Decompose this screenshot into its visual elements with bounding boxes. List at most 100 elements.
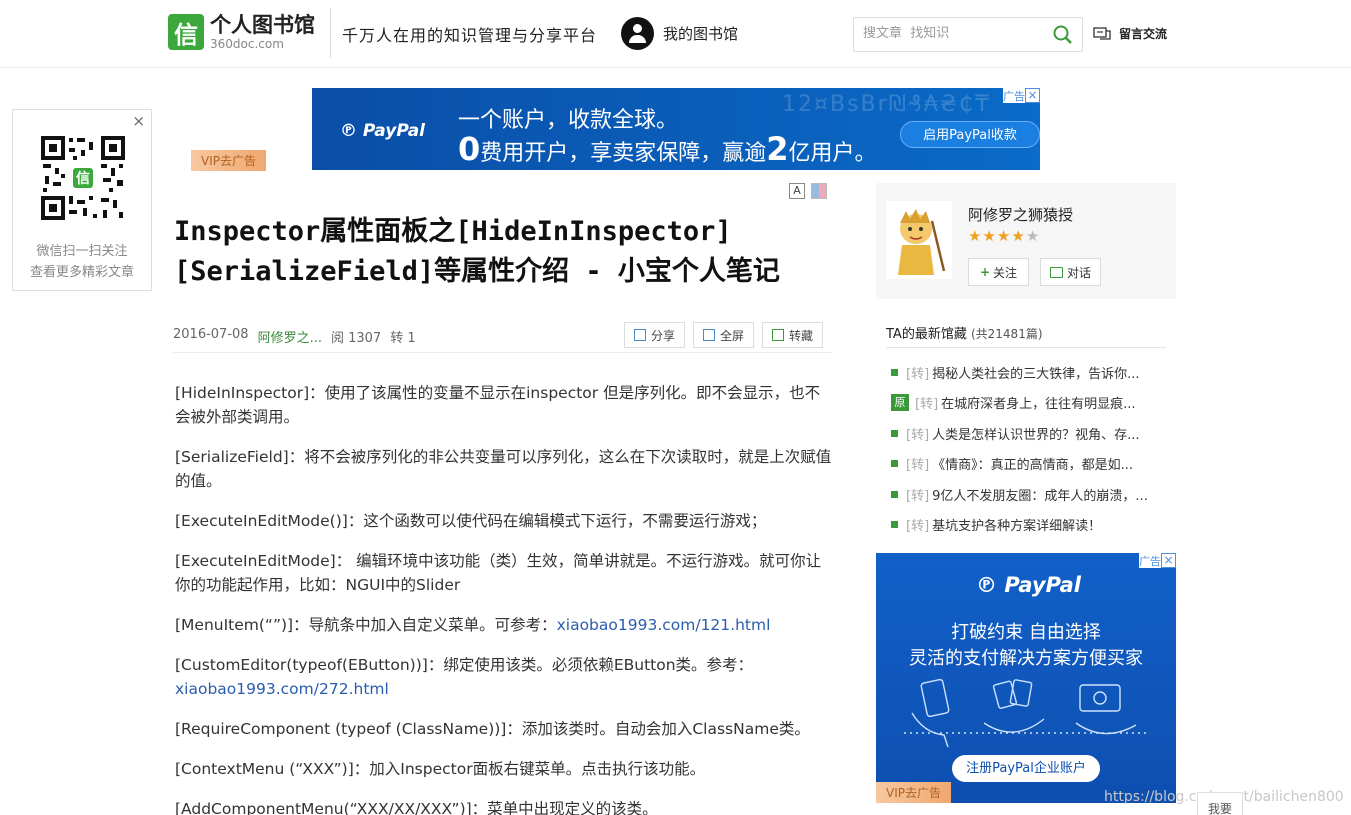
reference-link[interactable]: xiaobao1993.com/121.html	[557, 616, 771, 634]
star-icon: ★	[1011, 227, 1025, 245]
follow-button[interactable]: + 关注	[968, 258, 1029, 286]
article-body: [HideInInspector]：使用了该属性的变量不显示在inspector…	[175, 381, 835, 815]
fullscreen-icon	[703, 329, 716, 341]
ad-badge: 广告	[1003, 89, 1025, 103]
repost-tag: [转]	[906, 488, 930, 504]
paypal-logo: ℗ PayPal	[976, 573, 1081, 597]
author-name[interactable]: 阿修罗之狮猿授	[968, 204, 1073, 225]
plus-icon: +	[979, 265, 991, 279]
paragraph: [ExecuteInEditMode]： 编辑环境中该功能（类）生效，简单讲就是…	[175, 552, 822, 594]
ad-bg-symbols: 12¤BsBr₪₰₳₴₵₸	[782, 92, 991, 117]
my-library-link[interactable]: 我的图书馆	[621, 17, 738, 50]
repost-count: 转 1	[390, 331, 416, 346]
share-icon	[634, 329, 646, 341]
share-button[interactable]: 分享	[624, 322, 686, 348]
latest-divider	[886, 347, 1166, 348]
user-icon	[621, 17, 654, 50]
vip-remove-ads-link[interactable]: VIP去广告	[876, 782, 951, 803]
payment-illustration	[904, 678, 1148, 748]
top-ad-banner[interactable]: 12¤BsBr₪₰₳₴₵₸ ℗ PayPal 一个账户，收款全球。 0费用开户，…	[312, 88, 1040, 170]
chat-icon	[1049, 266, 1063, 278]
site-logo[interactable]: 信 个人图书馆 360doc.com	[168, 14, 315, 50]
meta-divider	[173, 352, 833, 353]
collection-count: (共21481篇)	[970, 327, 1043, 341]
reference-link[interactable]: xiaobao1993.com/272.html	[175, 680, 389, 698]
header-divider	[330, 8, 331, 58]
repost-tag: [转]	[906, 458, 930, 474]
paragraph: [ContextMenu (“XXX”)]：加入Inspector面板右键菜单。…	[175, 760, 706, 778]
list-item-title: 9亿人不发朋友圈：成年人的崩溃，...	[932, 488, 1148, 504]
close-icon[interactable]: ×	[1161, 553, 1176, 568]
my-library-label: 我的图书馆	[663, 25, 739, 43]
ad-close-button[interactable]: 广告 ×	[1003, 88, 1040, 103]
chat-button[interactable]: 对话	[1040, 258, 1101, 286]
star-icon: ★	[982, 227, 996, 245]
author-card: 阿修罗之狮猿授 ★ ★ ★ ★ ★ + 关注 对话	[876, 183, 1176, 299]
close-icon[interactable]: ×	[1025, 88, 1040, 103]
logo-icon: 信	[168, 14, 204, 50]
author-avatar[interactable]	[886, 201, 952, 279]
list-item[interactable]: [转] 揭秘人类社会的三大铁律，告诉你...	[891, 357, 1171, 388]
paragraph: [HideInInspector]：使用了该属性的变量不显示在inspector…	[175, 384, 821, 426]
paragraph: [MenuItem(“”)]：导航条中加入自定义菜单。可参考：xiaobao19…	[175, 616, 771, 634]
list-item-title: 基坑支护各种方案详细解读！	[932, 519, 1102, 535]
paragraph: [CustomEditor(typeof(EButton))]：绑定使用该类。必…	[175, 656, 754, 698]
article-author-link[interactable]: 阿修罗之...	[258, 327, 322, 346]
side-ad-cta-button[interactable]: 注册PayPal企业账户	[952, 755, 1100, 782]
svg-text:信: 信	[76, 170, 90, 187]
bullet-icon	[891, 429, 898, 437]
close-icon[interactable]: ×	[132, 112, 145, 130]
fullscreen-button[interactable]: 全屏	[693, 322, 755, 348]
latest-collection-heading: TA的最新馆藏 (共21481篇)	[886, 327, 1043, 342]
list-item[interactable]: [转] 基坑支护各种方案详细解读！	[891, 510, 1171, 541]
paragraph: [AddComponentMenu(“XXX/XX/XXX”)]：菜单中出现定义…	[175, 800, 658, 815]
paragraph: [ExecuteInEditMode()]：这个函数可以使代码在编辑模式下运行，…	[175, 512, 767, 530]
list-item-title: 《情商》：真正的高情商，都是如...	[932, 458, 1134, 474]
author-rating: ★ ★ ★ ★ ★	[968, 229, 1039, 244]
list-item[interactable]: [转] 《情商》：真正的高情商，都是如...	[891, 449, 1171, 480]
star-icon: ★	[996, 227, 1011, 245]
article-date: 2016-07-08	[173, 327, 249, 342]
list-item[interactable]: [转] 9亿人不发朋友圈：成年人的崩溃，...	[891, 479, 1171, 510]
search-icon[interactable]	[1052, 24, 1074, 46]
list-item-title: 揭秘人类社会的三大铁律，告诉你...	[932, 366, 1140, 382]
bullet-icon	[891, 490, 898, 498]
list-item[interactable]: [转] 人类是怎样认识世界的？视角、存...	[891, 418, 1171, 449]
qr-caption-1: 微信扫一扫关注	[36, 244, 128, 259]
repost-tag: [转]	[906, 519, 930, 535]
ad-subline: 0费用开户，享卖家保障，赢逾2亿用户。	[458, 130, 877, 168]
message-label: 留言交流	[1119, 27, 1168, 41]
article-meta: 2016-07-08 阿修罗之... 阅 1307 转 1	[173, 327, 416, 346]
side-ad-subline: 灵活的支付解决方案方便买家	[909, 648, 1143, 669]
vip-remove-ads-link[interactable]: VIP去广告	[191, 150, 266, 171]
paragraph: [SerializeField]：将不会被序列化的非公共变量可以序列化，这么在下…	[175, 448, 832, 490]
ad-close-button[interactable]: 广告 ×	[1139, 553, 1176, 568]
article-title: Inspector属性面板之[HideInInspector] [Seriali…	[174, 216, 780, 287]
search-input[interactable]	[863, 26, 1043, 41]
site-header: 信 个人图书馆 360doc.com 千万人在用的知识管理与分享平台 我的图书馆…	[0, 0, 1351, 68]
floating-action-button[interactable]: 我要	[1197, 792, 1243, 815]
paypal-p-icon: ℗	[340, 121, 363, 141]
ad-badge: 广告	[1139, 554, 1161, 568]
reader-tools: A	[789, 183, 827, 199]
star-icon: ★	[968, 227, 982, 245]
list-item-title: 在城府深者身上，往往有明显痕...	[941, 397, 1136, 413]
search-box	[853, 17, 1083, 52]
paypal-p-icon: ℗	[976, 573, 1005, 597]
ad-cta-button[interactable]: 启用PayPal收款	[900, 121, 1040, 148]
theme-color-icon[interactable]	[811, 183, 827, 199]
message-link[interactable]: 留言交流	[1093, 25, 1167, 42]
collect-button[interactable]: 转藏	[762, 322, 824, 348]
logo-name: 个人图书馆	[210, 12, 315, 37]
list-item[interactable]: 原 [转] 在城府深者身上，往往有明显痕...	[891, 388, 1171, 419]
qr-code: 信	[39, 134, 127, 222]
article-actions: 分享 全屏 转藏	[624, 322, 824, 348]
site-slogan: 千万人在用的知识管理与分享平台	[342, 26, 598, 45]
paragraph: [RequireComponent (typeof (ClassName))]：…	[175, 720, 810, 738]
bullet-icon	[891, 521, 898, 529]
save-icon	[772, 329, 785, 341]
read-count: 阅 1307	[330, 331, 382, 346]
side-ad-banner[interactable]: ℗ PayPal 打破约束 自由选择 灵活的支付解决方案方便买家 注册PayPa…	[876, 553, 1176, 803]
list-item-title: 人类是怎样认识世界的？视角、存...	[932, 427, 1140, 443]
font-size-icon[interactable]: A	[789, 183, 805, 199]
